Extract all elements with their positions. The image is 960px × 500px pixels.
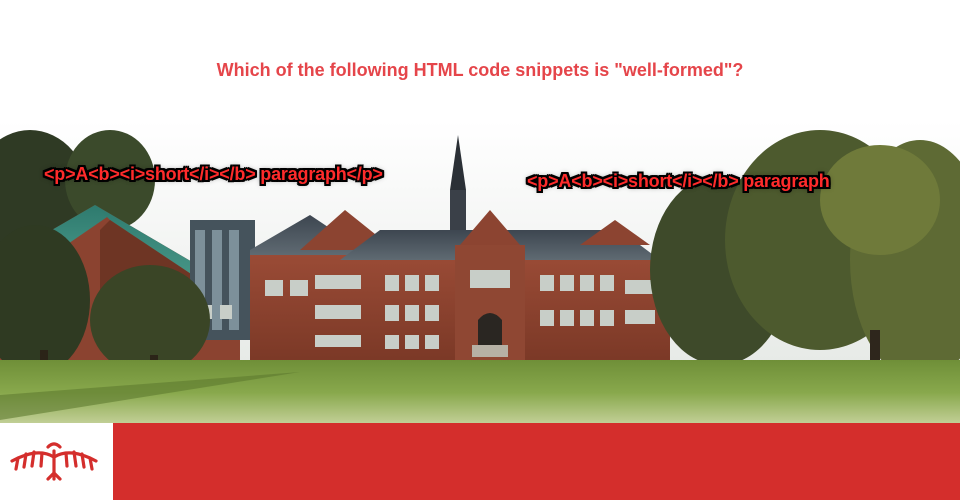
option-a-code[interactable]: <p>A<b><i>short</i></b> paragraph</p> bbox=[44, 164, 383, 185]
option-b-code[interactable]: <p>A<b><i>short</i></b> paragraph bbox=[527, 171, 830, 192]
question-text: Which of the following HTML code snippet… bbox=[216, 60, 744, 80]
thunderbird-logo-icon bbox=[10, 442, 98, 481]
logo-box bbox=[0, 423, 113, 500]
quiz-slide: Which of the following HTML code snippet… bbox=[0, 0, 960, 500]
footer-bar bbox=[0, 423, 960, 500]
